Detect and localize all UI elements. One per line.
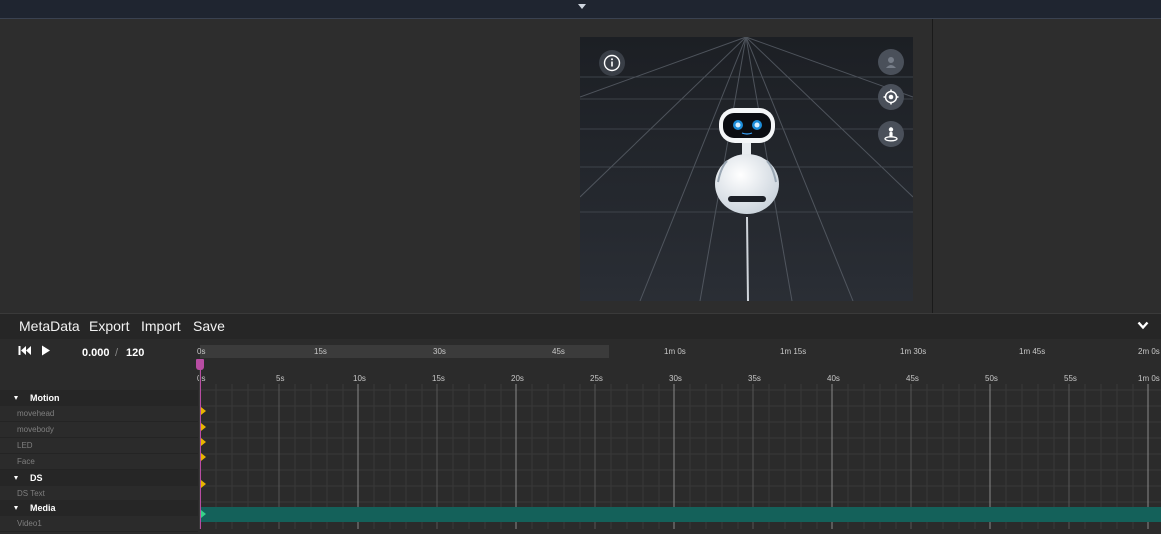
timeline-grid[interactable] [200,370,1161,529]
keyframe-ds-text[interactable] [201,480,206,488]
group-media-label: Media [30,503,56,513]
keyframe-video1[interactable] [201,510,206,518]
play-icon[interactable] [41,345,51,356]
user-icon [886,57,896,68]
collapse-arrow-icon[interactable] [14,396,18,400]
keyframe-movebody[interactable] [201,423,206,431]
ruler-top-label: 2m 0s [1138,347,1160,356]
ruler-top-label: 1m 15s [780,347,807,356]
expand-caret-icon[interactable] [578,4,586,9]
keyframe-face[interactable] [201,453,206,461]
reset-position-button[interactable] [878,121,904,147]
menu-save[interactable]: Save [193,318,225,334]
menu-export[interactable]: Export [89,318,129,334]
track-movebody[interactable]: movebody [0,422,198,438]
ruler-top-label: 45s [552,347,565,356]
group-ds-label: DS [30,473,43,483]
info-button[interactable] [599,50,625,76]
ruler-top-label: 1m 30s [900,347,927,356]
time-separator: / [115,347,119,359]
playhead-line [200,362,201,529]
collapse-arrow-icon[interactable] [14,506,18,510]
target-button[interactable] [878,84,904,110]
total-time[interactable]: 120 [126,347,144,359]
keyframe-movehead[interactable] [201,407,206,415]
robot-3d-viewport[interactable] [580,37,913,301]
current-time[interactable]: 0.000 [82,347,110,359]
ruler-top-label: 0s [197,347,206,356]
menu-bar: MetaData Export Import Save [0,313,1161,339]
person-on-base-icon [884,127,898,142]
track-led[interactable]: LED [0,438,198,454]
collapse-arrow-icon[interactable] [14,476,18,480]
viewport-scene [580,37,913,301]
right-side-panel [932,19,1161,313]
track-movehead[interactable]: movehead [0,406,198,422]
group-media[interactable]: Media [0,500,198,516]
menu-import[interactable]: Import [141,318,181,334]
timeline-grid-lines [200,384,1161,529]
group-ds[interactable]: DS [0,470,198,486]
playhead-handle[interactable] [196,359,204,370]
track-video1[interactable]: Video1 [0,516,198,532]
menu-metadata[interactable]: MetaData [19,318,80,334]
ruler-top-label: 1m 45s [1019,347,1046,356]
ruler-top-label: 15s [314,347,327,356]
top-toolbar-strip [0,0,1161,19]
skip-to-start-icon[interactable] [18,345,32,356]
timeline-scrub-range[interactable] [200,345,609,358]
ruler-top-label: 1m 0s [664,347,686,356]
keyframe-led[interactable] [201,438,206,446]
chevron-down-icon[interactable] [1137,321,1149,330]
group-motion-label: Motion [30,393,60,403]
ruler-top-label: 30s [433,347,446,356]
target-icon [883,89,899,105]
user-view-button[interactable] [878,49,904,75]
info-icon [603,54,621,72]
group-motion[interactable]: Motion [0,390,198,406]
track-face[interactable]: Face [0,454,198,470]
track-label-column: Motion movehead movebody LED Face DS DS … [0,390,199,532]
video1-media-clip[interactable] [201,507,1161,522]
